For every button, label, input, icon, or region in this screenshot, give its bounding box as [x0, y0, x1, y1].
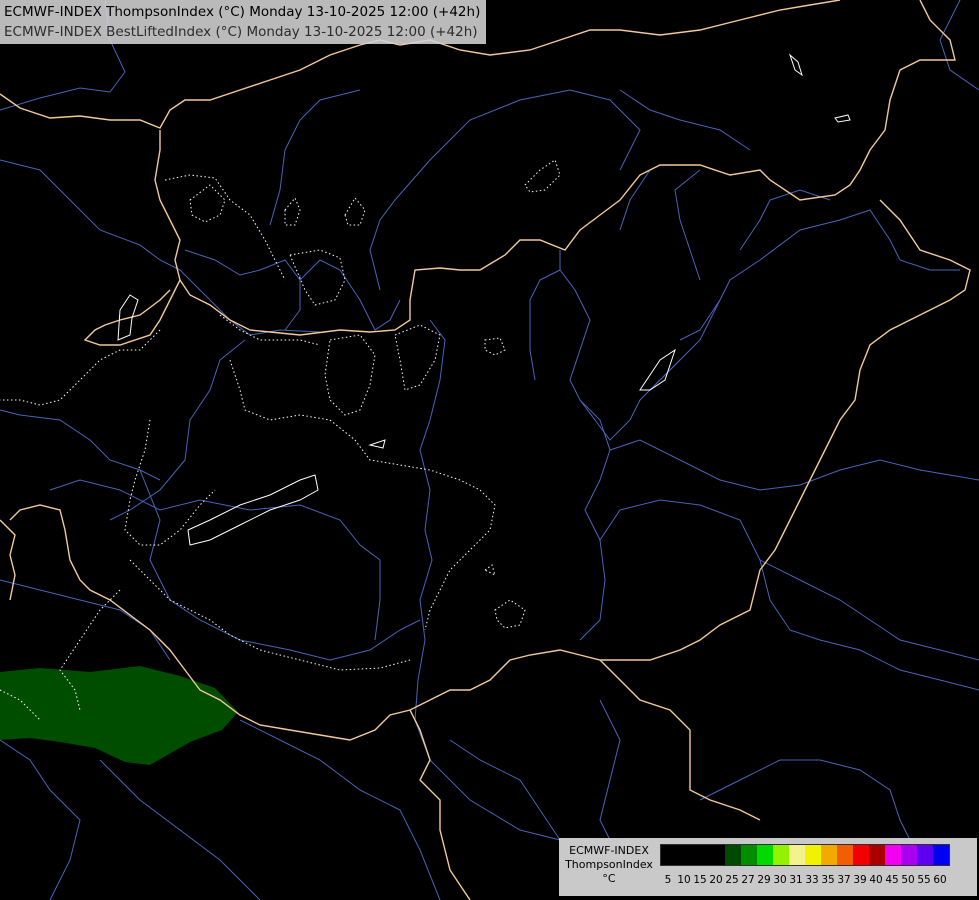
- legend-swatches: [660, 844, 950, 866]
- thompson-index-contours: [117, 53, 851, 546]
- legend-swatch: [885, 845, 901, 865]
- legend-swatch: [757, 845, 773, 865]
- legend-model: ECMWF-INDEX: [569, 844, 649, 857]
- legend-swatch: [789, 845, 805, 865]
- legend-label: ECMWF-INDEX ThompsonIndex °C: [561, 844, 657, 886]
- legend-parameter: ThompsonIndex: [565, 858, 653, 871]
- legend-swatch: [805, 845, 821, 865]
- legend-swatch: [773, 845, 789, 865]
- legend-swatch: [821, 845, 837, 865]
- best-lifted-index-contours: [0, 159, 561, 721]
- legend-unit: °C: [602, 872, 616, 885]
- legend-tick-label: 37: [837, 874, 851, 886]
- best-lifted-index-title: ECMWF-INDEX BestLiftedIndex (°C) Monday …: [4, 24, 478, 40]
- legend-tick-label: 35: [821, 874, 835, 886]
- legend-tick-label: 55: [917, 874, 931, 886]
- legend-swatch: [661, 845, 677, 865]
- map-title-box: ECMWF-INDEX ThompsonIndex (°C) Monday 13…: [0, 0, 487, 44]
- legend-tick-label: 27: [741, 874, 755, 886]
- legend-ticks: 5 10 15 20 25 27 29 30 31 33 35 37 39 40 45 50 55 60: [660, 874, 948, 886]
- legend-swatch: [693, 845, 709, 865]
- legend-swatch: [901, 845, 917, 865]
- legend-tick-label: 29: [757, 874, 771, 886]
- legend-swatch: [709, 845, 725, 865]
- rivers: [0, 0, 979, 900]
- legend-swatch: [917, 845, 933, 865]
- legend-swatch: [869, 845, 885, 865]
- legend-swatch: [741, 845, 757, 865]
- legend-tick-label: 33: [805, 874, 819, 886]
- legend-swatch: [853, 845, 869, 865]
- legend-swatch: [933, 845, 949, 865]
- legend-tick-label: 10: [677, 874, 691, 886]
- legend-tick-label: 31: [789, 874, 803, 886]
- legend-tick-label: 20: [709, 874, 723, 886]
- legend-tick-label: 25: [725, 874, 739, 886]
- legend-swatch: [677, 845, 693, 865]
- legend-tick-label: 5: [664, 874, 672, 886]
- legend-tick-label: 50: [901, 874, 915, 886]
- color-legend: ECMWF-INDEX ThompsonIndex °C 5 10 15 20 25 27…: [559, 838, 977, 896]
- legend-tick-label: 39: [853, 874, 867, 886]
- thompson-index-title: ECMWF-INDEX ThompsonIndex (°C) Monday 13…: [4, 4, 481, 20]
- legend-tick-label: 60: [933, 874, 947, 886]
- legend-tick-label: 40: [869, 874, 883, 886]
- legend-tick-label: 15: [693, 874, 707, 886]
- country-borders: [0, 0, 971, 900]
- legend-swatch: [837, 845, 853, 865]
- weather-map: [0, 0, 979, 900]
- legend-tick-label: 45: [885, 874, 899, 886]
- legend-tick-label: 30: [773, 874, 787, 886]
- legend-swatch: [725, 845, 741, 865]
